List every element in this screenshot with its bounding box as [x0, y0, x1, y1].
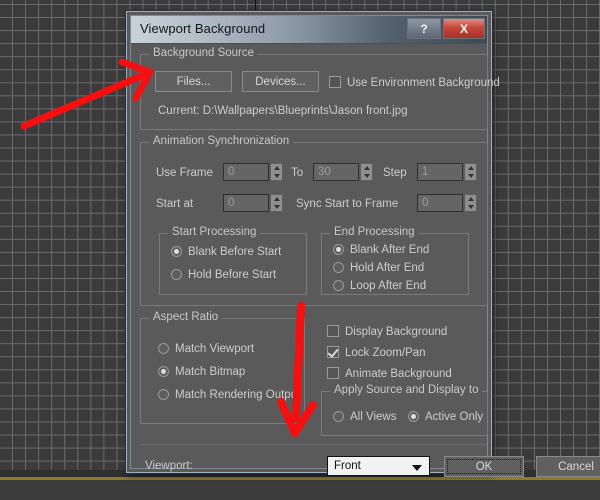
apply-source-group: Apply Source and Display to All Views Ac… [321, 384, 488, 436]
sync-start-stepper[interactable]: 0 [417, 194, 477, 212]
start-at-label: Start at [156, 198, 194, 210]
display-background-checkbox[interactable]: Display Background [327, 325, 447, 339]
to-label: To [291, 167, 304, 179]
use-frame-value[interactable]: 0 [223, 163, 269, 181]
use-frame-spinner-arrows[interactable] [270, 163, 283, 181]
viewport-lower-strip [0, 480, 600, 500]
end-processing-legend: End Processing [330, 226, 419, 238]
cancel-button[interactable]: Cancel [536, 456, 600, 477]
start-at-stepper[interactable]: 0 [223, 194, 283, 212]
lock-zoom-pan-checkbox[interactable]: Lock Zoom/Pan [327, 346, 426, 360]
radio-hold-after-end[interactable]: Hold After End [333, 262, 424, 275]
step-value[interactable]: 1 [417, 163, 463, 181]
dialog-inner-frame: Viewport Background ? X Background Sourc… [130, 15, 600, 477]
current-file-path: Current: D:\Wallpapers\Blueprints\Jason … [158, 105, 408, 117]
ok-button[interactable]: OK [444, 456, 524, 477]
use-frame-label: Use Frame [156, 167, 213, 179]
animate-background-checkbox[interactable]: Animate Background [327, 367, 452, 381]
start-processing-group: Start Processing Blank Before Start Hold… [159, 226, 307, 295]
help-icon[interactable]: ? [407, 18, 441, 39]
apply-source-legend: Apply Source and Display to [330, 384, 483, 396]
viewport-background-dialog: Viewport Background ? X Background Sourc… [126, 11, 600, 477]
sync-start-value[interactable]: 0 [417, 194, 463, 212]
devices-button[interactable]: Devices... [242, 71, 319, 92]
radio-blank-before-start[interactable]: Blank Before Start [171, 246, 281, 259]
dialog-title: Viewport Background [140, 21, 266, 36]
radio-hold-before-start[interactable]: Hold Before Start [171, 269, 276, 282]
footer-divider [140, 444, 488, 445]
step-label: Step [383, 167, 407, 179]
radio-blank-after-end[interactable]: Blank After End [333, 244, 429, 257]
viewport-dropdown-value: Front [334, 460, 361, 472]
background-source-group: Background Source Files... Devices... Us… [140, 47, 500, 130]
step-stepper[interactable]: 1 [417, 163, 477, 181]
use-frame-stepper[interactable]: 0 [223, 163, 283, 181]
viewport-label: Viewport: [145, 460, 193, 472]
end-processing-group: End Processing Blank After End Hold Afte… [321, 226, 469, 295]
viewport-dropdown[interactable]: Front [327, 456, 430, 476]
radio-all-views[interactable]: All Views [333, 411, 396, 424]
close-x-icon[interactable]: X [443, 18, 485, 39]
sync-start-spinner-arrows[interactable] [464, 194, 477, 212]
radio-loop-after-end[interactable]: Loop After End [333, 280, 426, 293]
background-source-legend: Background Source [149, 47, 259, 59]
step-spinner-arrows[interactable] [464, 163, 477, 181]
aspect-ratio-group: Aspect Ratio Match Viewport Match Bitmap… [140, 311, 305, 424]
files-button[interactable]: Files... [155, 71, 232, 92]
animation-synchronization-group: Animation Synchronization Use Frame 0 To… [140, 135, 488, 306]
to-frame-spinner-arrows[interactable] [360, 163, 373, 181]
to-frame-value[interactable]: 30 [313, 163, 359, 181]
radio-active-only[interactable]: Active Only [408, 411, 483, 424]
start-at-value[interactable]: 0 [223, 194, 269, 212]
radio-match-bitmap[interactable]: Match Bitmap [158, 366, 245, 379]
sync-start-to-frame-label: Sync Start to Frame [296, 198, 399, 210]
radio-match-viewport[interactable]: Match Viewport [158, 343, 254, 356]
start-at-spinner-arrows[interactable] [270, 194, 283, 212]
aspect-ratio-legend: Aspect Ratio [149, 311, 223, 323]
dialog-titlebar[interactable]: Viewport Background ? X [131, 16, 487, 44]
radio-match-rendering-output[interactable]: Match Rendering Output [158, 389, 300, 402]
start-processing-legend: Start Processing [168, 226, 261, 238]
animation-sync-legend: Animation Synchronization [149, 135, 294, 147]
to-frame-stepper[interactable]: 30 [313, 163, 373, 181]
chevron-down-icon [412, 465, 422, 471]
use-environment-background-checkbox[interactable]: Use Environment Background [329, 76, 500, 90]
